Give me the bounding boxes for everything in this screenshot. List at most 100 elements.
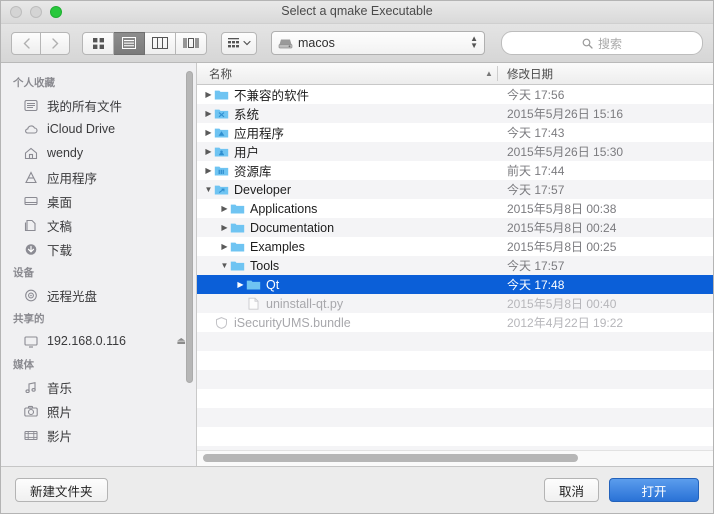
sidebar-item-label: 影片 bbox=[47, 429, 73, 444]
dialog-body: 个人收藏 我的所有文件 iCloud Drive wendy 应用程序 桌面 文稿 下载 设备远… bbox=[1, 63, 713, 467]
table-row[interactable]: ▶ Applications 2015年5月8日 00:38 bbox=[197, 199, 713, 218]
movies-icon bbox=[23, 427, 39, 443]
photos-icon bbox=[24, 405, 38, 417]
sidebar-item--[interactable]: 照片 bbox=[1, 399, 196, 423]
file-name: 资源库 bbox=[234, 165, 272, 179]
table-row[interactable]: ▶ 系统 2015年5月26日 15:16 bbox=[197, 104, 713, 123]
table-row[interactable]: ▼ Tools 今天 17:57 bbox=[197, 256, 713, 275]
empty-row bbox=[197, 427, 713, 446]
new-folder-button[interactable]: 新建文件夹 bbox=[15, 478, 108, 502]
sidebar-item-label: 桌面 bbox=[47, 195, 73, 210]
file-date: 2012年4月22日 19:22 bbox=[507, 316, 624, 330]
file-name: uninstall-qt.py bbox=[266, 296, 344, 311]
table-row[interactable]: ▼ Developer 今天 17:57 bbox=[197, 180, 713, 199]
sidebar-item-192.168.0.116[interactable]: 192.168.0.116 ⏏ bbox=[1, 329, 196, 353]
disclosure-triangle-open-icon[interactable]: ▼ bbox=[203, 185, 214, 194]
documents-icon bbox=[24, 219, 36, 231]
file-name: Documentation bbox=[250, 220, 335, 235]
sidebar-item-wendy[interactable]: wendy bbox=[1, 141, 196, 165]
view-mode-icon[interactable] bbox=[82, 31, 114, 55]
disclosure-triangle-closed-icon[interactable]: ▶ bbox=[235, 280, 246, 289]
file-name: Tools bbox=[250, 258, 280, 273]
downloads-icon bbox=[23, 241, 39, 257]
empty-row bbox=[197, 332, 713, 351]
sidebar-item--[interactable]: 下载 bbox=[1, 237, 196, 261]
file-date: 2015年5月26日 15:30 bbox=[507, 145, 624, 159]
horizontal-scrollbar[interactable] bbox=[197, 450, 713, 466]
file-name: 系统 bbox=[234, 108, 260, 122]
folder-plain-icon bbox=[230, 202, 245, 215]
horizontal-scrollbar-thumb[interactable] bbox=[203, 454, 578, 462]
file-date: 2015年5月8日 00:25 bbox=[507, 240, 617, 254]
display-icon bbox=[23, 333, 39, 349]
eject-icon[interactable]: ⏏ bbox=[177, 336, 186, 347]
sidebar-item--[interactable]: 我的所有文件 bbox=[1, 93, 196, 117]
remote-disc-icon bbox=[23, 287, 39, 303]
file-open-dialog: Select a qmake Executable macos ▲ ▼ 搜索 个… bbox=[0, 0, 714, 514]
view-mode-gallery[interactable] bbox=[176, 31, 207, 55]
sidebar-item-label: 我的所有文件 bbox=[47, 99, 123, 114]
disclosure-triangle-closed-icon[interactable]: ▶ bbox=[203, 147, 214, 156]
sidebar-item--[interactable]: 远程光盘 bbox=[1, 283, 196, 307]
column-header-date[interactable]: 修改日期 bbox=[507, 66, 553, 82]
all-files-icon bbox=[24, 99, 38, 111]
table-row[interactable]: ▶ Qt 今天 17:48 bbox=[197, 275, 713, 294]
sidebar-item--[interactable]: 文稿 bbox=[1, 213, 196, 237]
empty-row bbox=[197, 408, 713, 427]
folder-plain-icon bbox=[246, 280, 261, 290]
file-list-pane: 名称 ▲ 修改日期 http://blog.csdn.net/libaineu2… bbox=[197, 63, 713, 466]
cancel-button[interactable]: 取消 bbox=[543, 478, 599, 502]
cloud-icon bbox=[25, 124, 38, 134]
home-icon bbox=[23, 145, 39, 161]
table-row[interactable]: ▶ Examples 2015年5月8日 00:25 bbox=[197, 237, 713, 256]
applications-icon bbox=[23, 169, 39, 185]
remote-disc-icon bbox=[25, 289, 37, 301]
table-row[interactable]: uninstall-qt.py 2015年5月8日 00:40 bbox=[197, 294, 713, 313]
table-row[interactable]: ▶ 应用程序 今天 17:43 bbox=[197, 123, 713, 142]
sidebar-item--[interactable]: 影片 bbox=[1, 423, 196, 447]
arrange-button[interactable] bbox=[221, 31, 257, 55]
column-header-name[interactable]: 名称 bbox=[197, 66, 232, 82]
disclosure-triangle-closed-icon[interactable]: ▶ bbox=[219, 204, 230, 213]
disclosure-triangle-closed-icon[interactable]: ▶ bbox=[203, 109, 214, 118]
folder-plain-icon bbox=[214, 88, 229, 101]
folder-plain-icon bbox=[230, 204, 245, 214]
columns-icon bbox=[152, 37, 168, 49]
table-row[interactable]: ▶ 不兼容的软件 今天 17:56 bbox=[197, 85, 713, 104]
disclosure-triangle-closed-icon[interactable]: ▶ bbox=[203, 90, 214, 99]
search-field[interactable]: 搜索 bbox=[501, 31, 703, 55]
disclosure-triangle-closed-icon[interactable]: ▶ bbox=[219, 223, 230, 232]
folder-plain-icon bbox=[230, 261, 245, 271]
column-divider[interactable] bbox=[497, 66, 498, 81]
table-row[interactable]: ▶ Documentation 2015年5月8日 00:24 bbox=[197, 218, 713, 237]
file-date: 2015年5月8日 00:38 bbox=[507, 202, 617, 216]
disclosure-triangle-closed-icon[interactable]: ▶ bbox=[219, 242, 230, 251]
table-row[interactable]: ▶ 资源库 前天 17:44 bbox=[197, 161, 713, 180]
bundle-icon bbox=[214, 316, 229, 329]
file-name: 用户 bbox=[234, 146, 260, 160]
folder-plain-icon bbox=[214, 90, 229, 100]
path-popup-button[interactable]: macos ▲ ▼ bbox=[271, 31, 485, 55]
disclosure-triangle-closed-icon[interactable]: ▶ bbox=[203, 128, 214, 137]
footer-actions: 取消 打开 bbox=[543, 478, 699, 502]
table-row[interactable]: ▶ 用户 2015年5月26日 15:30 bbox=[197, 142, 713, 161]
view-mode-list[interactable] bbox=[114, 31, 145, 55]
table-row[interactable]: iSecurityUMS.bundle 2012年4月22日 19:22 bbox=[197, 313, 713, 332]
disclosure-triangle-closed-icon[interactable]: ▶ bbox=[203, 166, 214, 175]
sidebar-item--[interactable]: 桌面 bbox=[1, 189, 196, 213]
back-button[interactable] bbox=[11, 31, 41, 55]
column-header: 名称 ▲ 修改日期 bbox=[197, 63, 713, 85]
desktop-icon bbox=[23, 193, 39, 209]
open-button[interactable]: 打开 bbox=[609, 478, 699, 502]
sidebar-item-label: 文稿 bbox=[47, 219, 73, 234]
file-date: 今天 17:48 bbox=[507, 278, 565, 292]
sidebar-item-label: 照片 bbox=[47, 405, 73, 420]
sidebar-item-icloud-drive[interactable]: iCloud Drive bbox=[1, 117, 196, 141]
forward-button[interactable] bbox=[41, 31, 70, 55]
sidebar-item--[interactable]: 应用程序 bbox=[1, 165, 196, 189]
sidebar-item--[interactable]: 音乐 bbox=[1, 375, 196, 399]
view-mode-column[interactable] bbox=[145, 31, 176, 55]
photos-icon bbox=[23, 403, 39, 419]
sidebar-scrollbar[interactable] bbox=[186, 71, 193, 383]
disclosure-triangle-open-icon[interactable]: ▼ bbox=[219, 261, 230, 270]
